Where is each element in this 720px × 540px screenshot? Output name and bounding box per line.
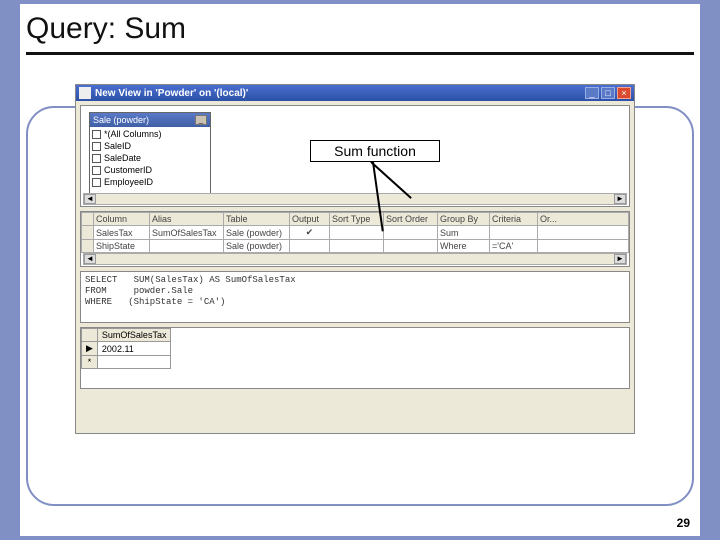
grid-cell-output[interactable]: ✔ (290, 226, 330, 240)
window-titlebar[interactable]: New View in 'Powder' on '(local)' _ □ × (76, 85, 634, 101)
grid-cell[interactable]: SalesTax (94, 226, 150, 240)
checkbox-icon[interactable] (92, 178, 101, 187)
scroll-right-icon[interactable]: ► (614, 194, 626, 204)
table-box-title: Sale (powder) (93, 115, 149, 125)
grid-cell[interactable]: Sum (438, 226, 490, 240)
checkbox-icon[interactable] (92, 154, 101, 163)
grid-row[interactable]: ShipState Sale (powder) Where ='CA' (82, 240, 629, 253)
diagram-scrollbar[interactable]: ◄ ► (83, 193, 627, 205)
grid-cell[interactable]: Sale (powder) (224, 226, 290, 240)
grid-cell[interactable]: Sale (powder) (224, 240, 290, 253)
title-underline (26, 52, 694, 55)
grid-header[interactable]: Sort Order (384, 213, 438, 226)
minimize-button[interactable]: _ (585, 87, 599, 99)
app-window: New View in 'Powder' on '(local)' _ □ × … (75, 84, 635, 434)
results-pane: SumOfSalesTax ▶2002.11 * (80, 327, 630, 389)
grid-cell[interactable]: ='CA' (490, 240, 538, 253)
grid-cell[interactable] (538, 240, 629, 253)
criteria-grid-pane: Column Alias Table Output Sort Type Sort… (80, 211, 630, 267)
grid-scrollbar[interactable]: ◄ ► (83, 253, 627, 265)
grid-header[interactable]: Criteria (490, 213, 538, 226)
list-item[interactable]: CustomerID (92, 164, 208, 176)
grid-header[interactable]: Column (94, 213, 150, 226)
criteria-grid[interactable]: Column Alias Table Output Sort Type Sort… (81, 212, 629, 253)
slide-frame: Query: Sum New View in 'Powder' on '(loc… (0, 0, 720, 540)
grid-cell[interactable] (538, 226, 629, 240)
table-column-list: *(All Columns) SaleID SaleDate CustomerI… (90, 127, 210, 189)
grid-header[interactable]: Sort Type (330, 213, 384, 226)
window-title: New View in 'Powder' on '(local)' (95, 88, 585, 99)
new-row-icon: * (82, 356, 98, 369)
grid-cell[interactable] (384, 226, 438, 240)
grid-cell[interactable] (330, 240, 384, 253)
grid-cell[interactable]: Where (438, 240, 490, 253)
grid-header[interactable]: Table (224, 213, 290, 226)
list-item[interactable]: EmployeeID (92, 176, 208, 188)
grid-row[interactable]: SalesTax SumOfSalesTax Sale (powder) ✔ S… (82, 226, 629, 240)
slide-title: Query: Sum (26, 12, 694, 46)
checkbox-icon[interactable] (92, 166, 101, 175)
list-item[interactable]: SaleID (92, 140, 208, 152)
results-grid[interactable]: SumOfSalesTax ▶2002.11 * (81, 328, 171, 369)
close-button[interactable]: × (617, 87, 631, 99)
checkbox-icon[interactable] (92, 142, 101, 151)
grid-cell[interactable]: SumOfSalesTax (150, 226, 224, 240)
grid-header[interactable]: Or... (538, 213, 629, 226)
row-indicator-icon: ▶ (82, 342, 98, 356)
maximize-button[interactable]: □ (601, 87, 615, 99)
scroll-left-icon[interactable]: ◄ (84, 194, 96, 204)
grid-cell[interactable]: ShipState (94, 240, 150, 253)
list-item[interactable]: SaleDate (92, 152, 208, 164)
scroll-right-icon[interactable]: ► (614, 254, 626, 264)
grid-cell[interactable] (330, 226, 384, 240)
grid-header[interactable]: Alias (150, 213, 224, 226)
result-header[interactable]: SumOfSalesTax (97, 329, 171, 342)
table-box-sale[interactable]: Sale (powder) _ *(All Columns) SaleID Sa… (89, 112, 211, 202)
list-item[interactable]: *(All Columns) (92, 128, 208, 140)
callout-box: Sum function (310, 140, 440, 162)
grid-header[interactable]: Output (290, 213, 330, 226)
table-box-collapse-icon[interactable]: _ (195, 115, 207, 125)
app-icon (79, 87, 91, 99)
grid-cell[interactable] (150, 240, 224, 253)
page-number: 29 (677, 516, 690, 530)
grid-cell[interactable] (384, 240, 438, 253)
checkbox-icon[interactable] (92, 130, 101, 139)
callout-label: Sum function (334, 143, 416, 159)
grid-header-row: Column Alias Table Output Sort Type Sort… (82, 213, 629, 226)
sql-text[interactable]: SELECT SUM(SalesTax) AS SumOfSalesTax FR… (81, 272, 629, 311)
title-area: Query: Sum (20, 4, 700, 57)
grid-header[interactable]: Group By (438, 213, 490, 226)
result-cell-empty[interactable] (97, 356, 171, 369)
grid-cell[interactable] (490, 226, 538, 240)
table-box-header[interactable]: Sale (powder) _ (90, 113, 210, 127)
scroll-left-icon[interactable]: ◄ (84, 254, 96, 264)
result-cell[interactable]: 2002.11 (97, 342, 171, 356)
grid-cell-output[interactable] (290, 240, 330, 253)
sql-pane[interactable]: SELECT SUM(SalesTax) AS SumOfSalesTax FR… (80, 271, 630, 323)
